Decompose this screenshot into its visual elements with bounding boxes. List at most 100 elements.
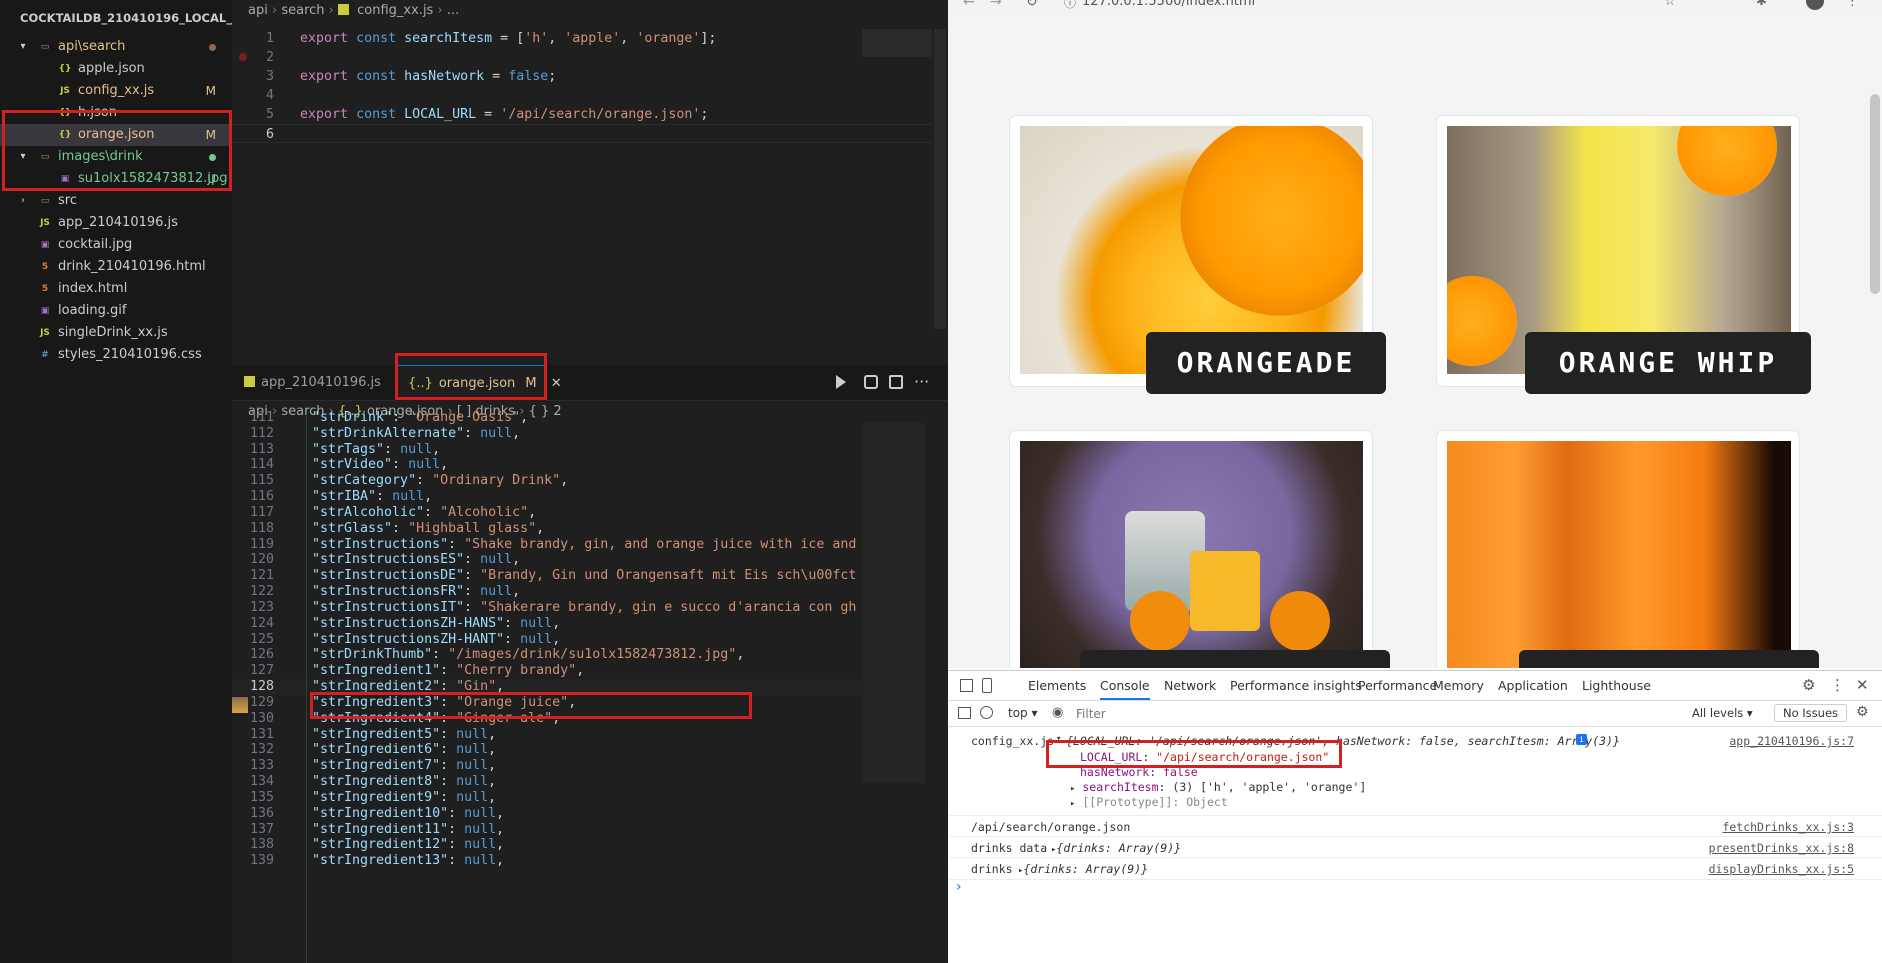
- log-source-link[interactable]: displayDrinks_xx.js:5: [1709, 862, 1854, 876]
- tree-item[interactable]: ▾ ▭ images\drink: [0, 146, 232, 168]
- code-line[interactable]: 135 "strIngredient9": null,: [232, 790, 862, 806]
- tree-item[interactable]: # styles_210410196.css: [0, 344, 232, 366]
- forward-icon[interactable]: →: [990, 0, 1002, 10]
- more-actions-icon[interactable]: ···: [914, 372, 929, 391]
- code-line[interactable]: 139 "strIngredient13": null,: [232, 853, 862, 869]
- info-icon[interactable]: i: [1576, 734, 1587, 745]
- drink-label[interactable]: ORANGEADE: [1146, 332, 1386, 394]
- log-source-link[interactable]: fetchDrinks_xx.js:3: [1722, 820, 1854, 834]
- log-object[interactable]: {drinks: Array(9)}: [1056, 841, 1181, 855]
- tree-item[interactable]: JS config_xx.js M: [0, 80, 232, 102]
- expand-icon[interactable]: ▾: [1056, 734, 1061, 744]
- drink-card[interactable]: [1010, 431, 1390, 668]
- minimap[interactable]: [863, 423, 925, 783]
- drink-card[interactable]: [1437, 431, 1819, 668]
- levels-select[interactable]: All levels ▾: [1692, 706, 1753, 720]
- chevron-down-icon[interactable]: ▾: [18, 36, 28, 58]
- drink-card[interactable]: ORANGE WHIP: [1437, 116, 1811, 394]
- devtools-tab[interactable]: Elements: [1028, 671, 1086, 701]
- log-source-link[interactable]: app_210410196.js:7: [1729, 734, 1854, 748]
- drink-card[interactable]: ORANGEADE: [1010, 116, 1386, 394]
- code-area[interactable]: 1 export const searchItesm = ['h', 'apple…: [232, 29, 948, 359]
- tree-item[interactable]: ▣ cocktail.jpg: [0, 234, 232, 256]
- devtools-tab[interactable]: Console: [1100, 671, 1150, 700]
- tree-item[interactable]: 5 index.html: [0, 278, 232, 300]
- code-line[interactable]: 128 "strIngredient2": "Gin",: [232, 679, 862, 696]
- expand-icon[interactable]: ▸: [1070, 784, 1075, 794]
- menu-icon[interactable]: ⋮: [1846, 0, 1859, 9]
- filter-input[interactable]: [1076, 704, 1536, 723]
- code-line[interactable]: 123 "strInstructionsIT": "Shakerare brand…: [232, 600, 862, 616]
- devtools-tab[interactable]: Performance insights: [1230, 671, 1362, 701]
- code-line[interactable]: 1 export const searchItesm = ['h', 'apple…: [232, 29, 932, 48]
- log-summary[interactable]: {LOCAL_URL: '/api/search/orange.json', h…: [1066, 734, 1620, 748]
- tree-item[interactable]: {} h.json: [0, 102, 232, 124]
- code-line[interactable]: 129 "strIngredient3": "Orange juice",: [232, 695, 862, 711]
- close-icon[interactable]: ✕: [551, 376, 562, 391]
- tree-item[interactable]: {} apple.json: [0, 58, 232, 80]
- scrollbar[interactable]: [934, 29, 946, 329]
- code-line[interactable]: 4: [232, 86, 932, 105]
- close-icon[interactable]: ✕: [1856, 676, 1869, 694]
- code-line[interactable]: 132 "strIngredient6": null,: [232, 742, 862, 758]
- chevron-down-icon[interactable]: ▾: [18, 146, 28, 168]
- device-toolbar-icon[interactable]: [982, 678, 992, 693]
- code-line[interactable]: 122 "strInstructionsFR": null,: [232, 584, 862, 600]
- tree-item[interactable]: ▣ loading.gif: [0, 300, 232, 322]
- url-text[interactable]: 127.0.0.1:5500/index.html: [1082, 0, 1255, 9]
- inspect-icon[interactable]: [960, 679, 973, 692]
- devtools-tab[interactable]: Memory: [1433, 671, 1484, 701]
- clear-console-icon[interactable]: [980, 706, 993, 719]
- bookmark-icon[interactable]: ☆: [1664, 0, 1676, 9]
- devtools-tab[interactable]: Performance: [1358, 671, 1437, 701]
- code-line[interactable]: 133 "strIngredient7": null,: [232, 758, 862, 774]
- code-line[interactable]: 130 "strIngredient4": "Ginger ale",: [232, 711, 862, 727]
- log-object[interactable]: {drinks: Array(9)}: [1023, 862, 1148, 876]
- code-line[interactable]: 2: [232, 48, 932, 67]
- code-line[interactable]: 126 "strDrinkThumb": "/images/drink/su1ol…: [232, 647, 862, 663]
- devtools-tab[interactable]: Network: [1164, 671, 1216, 701]
- context-select[interactable]: top ▾: [1008, 706, 1038, 720]
- code-line[interactable]: 3 export const hasNetwork = false;: [232, 67, 932, 86]
- compare-icon[interactable]: [864, 375, 878, 389]
- more-icon[interactable]: ⋮: [1830, 676, 1845, 694]
- tab-app-js[interactable]: app_210410196.js: [232, 365, 392, 401]
- code-line[interactable]: 117 "strAlcoholic": "Alcoholic",: [232, 505, 862, 521]
- breadcrumb-search[interactable]: search: [281, 3, 324, 18]
- log-source-link[interactable]: presentDrinks_xx.js:8: [1709, 841, 1854, 855]
- drink-label[interactable]: [1080, 650, 1390, 668]
- tree-item[interactable]: 5 drink_210410196.html: [0, 256, 232, 278]
- code-line[interactable]: 134 "strIngredient8": null,: [232, 774, 862, 790]
- settings-icon[interactable]: ⚙: [1802, 676, 1815, 694]
- breakpoint-dot[interactable]: [239, 53, 247, 61]
- breadcrumb-api[interactable]: api: [248, 3, 268, 18]
- issues-button[interactable]: No Issues: [1774, 704, 1848, 722]
- code-line[interactable]: 118 "strGlass": "Highball glass",: [232, 521, 862, 537]
- tree-item[interactable]: › ▭ src: [0, 190, 232, 212]
- code-area[interactable]: 111 "strDrink": "Orange Oasis", 112 "strDri…: [232, 410, 948, 963]
- sidebar-toggle-icon[interactable]: [958, 707, 971, 719]
- back-icon[interactable]: ←: [963, 0, 975, 10]
- chevron-right-icon[interactable]: ›: [18, 190, 28, 212]
- minimap[interactable]: [862, 29, 932, 57]
- code-line[interactable]: 114 "strVideo": null,: [232, 457, 862, 473]
- console-settings-icon[interactable]: ⚙: [1856, 704, 1869, 720]
- code-line[interactable]: 6: [232, 124, 932, 143]
- profile-icon[interactable]: [1806, 0, 1824, 10]
- run-icon[interactable]: [836, 375, 846, 389]
- console-prompt[interactable]: ›: [956, 879, 962, 895]
- tree-item[interactable]: JS singleDrink_xx.js: [0, 322, 232, 344]
- code-line[interactable]: 5 export const LOCAL_URL = '/api/search/o…: [232, 105, 932, 124]
- code-line[interactable]: 137 "strIngredient11": null,: [232, 822, 862, 838]
- breadcrumb-file[interactable]: config_xx.js: [357, 3, 433, 18]
- tree-item[interactable]: {} orange.json M: [0, 124, 232, 146]
- code-line[interactable]: 111 "strDrink": "Orange Oasis",: [232, 410, 862, 426]
- code-line[interactable]: 116 "strIBA": null,: [232, 489, 862, 505]
- split-editor-icon[interactable]: [889, 375, 903, 389]
- expand-icon[interactable]: ▸: [1070, 799, 1075, 809]
- reload-icon[interactable]: ↻: [1026, 0, 1038, 10]
- code-line[interactable]: 127 "strIngredient1": "Cherry brandy",: [232, 663, 862, 679]
- tree-item[interactable]: ▾ ▭ api\search: [0, 36, 232, 58]
- tab-orange-json[interactable]: {..} orange.json M ✕: [396, 365, 562, 401]
- devtools-tab[interactable]: Application: [1498, 671, 1568, 701]
